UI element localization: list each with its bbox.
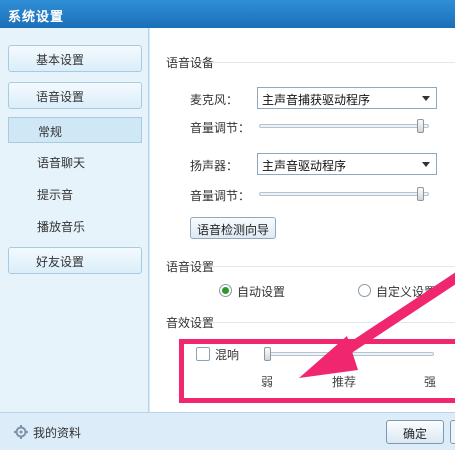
radio-auto[interactable] [219, 284, 232, 297]
mic-volume-label: 音量调节： [190, 121, 251, 135]
speaker-volume-slider[interactable] [259, 187, 429, 201]
sidebar-item-label: 提示音 [37, 188, 74, 202]
slider-track [259, 192, 429, 196]
speaker-label: 扬声器： [190, 159, 239, 173]
radio-custom-label: 自定义设置 [376, 285, 437, 299]
slider-track [259, 124, 429, 128]
sidebar-item-label: 基本设置 [36, 53, 85, 67]
sidebar-item-label: 常规 [38, 125, 63, 139]
dropdown-arrow-icon [422, 96, 430, 101]
mic-select-value: 主声音捕获驱动程序 [262, 93, 371, 107]
section-divider [210, 266, 455, 267]
radio-auto-label: 自动设置 [237, 285, 286, 299]
speaker-select-value: 主声音驱动程序 [262, 159, 347, 173]
sidebar: 基本设置 语音设置 常规 语音聊天 提示音 播放音乐 好友设置 [0, 28, 149, 412]
section-divider [210, 62, 455, 63]
voice-wizard-button[interactable]: 语音检测向导 [190, 217, 277, 239]
speaker-select[interactable]: 主声音驱动程序 [257, 153, 437, 175]
speaker-volume-label: 音量调节： [190, 189, 251, 203]
section-title-voice-settings: 语音设置 [166, 260, 215, 274]
mic-label: 麦克风： [190, 93, 239, 107]
sidebar-item-play-music[interactable]: 播放音乐 [8, 213, 142, 239]
sidebar-item-basic-settings[interactable]: 基本设置 [8, 45, 142, 72]
mic-volume-slider[interactable] [259, 119, 429, 133]
sidebar-item-voice-settings[interactable]: 语音设置 [8, 82, 142, 109]
section-divider [210, 322, 455, 323]
cancel-button-edge[interactable] [450, 420, 455, 444]
my-profile-link[interactable]: 我的资料 [33, 424, 81, 441]
footer: 我的资料 确定 [0, 412, 455, 450]
sidebar-item-label: 好友设置 [36, 255, 85, 269]
sidebar-item-label: 语音聊天 [37, 156, 86, 170]
slider-knob[interactable] [417, 187, 424, 201]
gear-icon[interactable] [14, 425, 28, 439]
slider-knob[interactable] [417, 119, 424, 133]
sidebar-item-notification-sound[interactable]: 提示音 [8, 181, 142, 207]
radio-custom[interactable] [358, 284, 371, 297]
title-bar: 系统设置 [0, 0, 455, 28]
sidebar-item-general[interactable]: 常规 [8, 117, 142, 143]
sidebar-item-label: 播放音乐 [37, 220, 86, 234]
sidebar-item-friend-settings[interactable]: 好友设置 [8, 247, 142, 274]
sidebar-item-voice-chat[interactable]: 语音聊天 [8, 149, 142, 175]
ok-button[interactable]: 确定 [386, 420, 444, 444]
section-title-sound-effects: 音效设置 [166, 316, 215, 330]
annotation-highlight-box [179, 339, 455, 403]
window-title: 系统设置 [8, 10, 65, 25]
mic-select[interactable]: 主声音捕获驱动程序 [257, 87, 437, 109]
sidebar-item-label: 语音设置 [36, 90, 85, 104]
dropdown-arrow-icon [422, 162, 430, 167]
section-title-voice-device: 语音设备 [166, 56, 215, 70]
